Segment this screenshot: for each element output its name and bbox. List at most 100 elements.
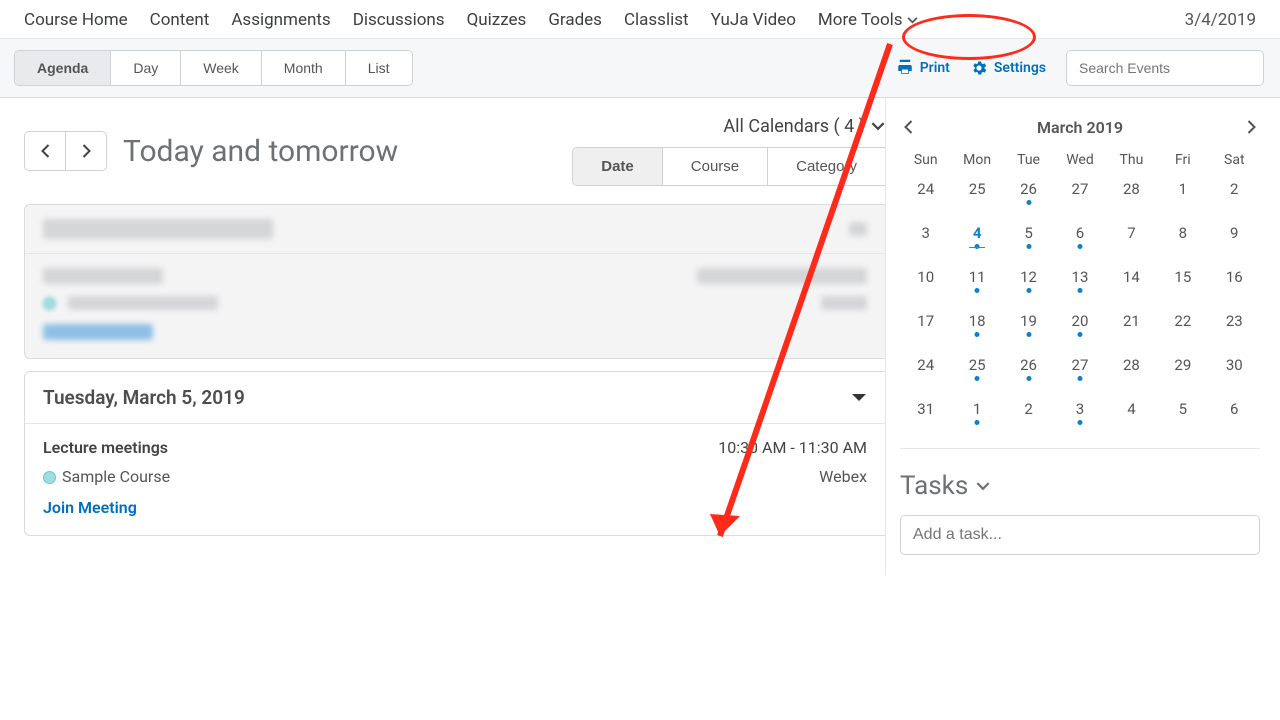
sort-category[interactable]: Category <box>768 148 885 185</box>
search-input[interactable] <box>1077 59 1262 77</box>
nav-classlist[interactable]: Classlist <box>624 10 689 30</box>
settings-button[interactable]: Settings <box>970 59 1046 77</box>
view-month[interactable]: Month <box>262 51 346 85</box>
mini-day[interactable]: 7 <box>1106 222 1157 244</box>
mini-day[interactable]: 13 <box>1054 266 1105 288</box>
nav-yuja[interactable]: YuJa Video <box>711 10 796 30</box>
nav-discussions[interactable]: Discussions <box>353 10 445 30</box>
event-location: Webex <box>819 467 867 486</box>
mini-dow-row: Sun Mon Tue Wed Thu Fri Sat <box>900 152 1260 168</box>
mini-day[interactable]: 3 <box>900 222 951 244</box>
course-color-dot <box>43 471 56 484</box>
search-events[interactable] <box>1066 50 1264 86</box>
mini-day[interactable]: 11 <box>951 266 1002 288</box>
page-title: Today and tomorrow <box>123 134 398 169</box>
mini-day[interactable]: 27 <box>1054 178 1105 200</box>
mini-month-label: March 2019 <box>1037 118 1123 137</box>
dow: Tue <box>1003 152 1054 168</box>
mini-day[interactable]: 2 <box>1003 398 1054 420</box>
mini-day[interactable]: 5 <box>1003 222 1054 244</box>
mini-calendar-grid: 2425262728123456789101112131415161718192… <box>900 178 1260 420</box>
view-day[interactable]: Day <box>111 51 181 85</box>
print-button[interactable]: Print <box>896 59 950 77</box>
mini-day[interactable]: 5 <box>1157 398 1208 420</box>
mini-day[interactable]: 30 <box>1209 354 1260 376</box>
mini-day[interactable]: 24 <box>900 178 951 200</box>
mini-day[interactable]: 24 <box>900 354 951 376</box>
mini-day[interactable]: 20 <box>1054 310 1105 332</box>
nav-date[interactable]: 3/4/2019 <box>1185 10 1256 30</box>
join-meeting-link[interactable]: Join Meeting <box>43 498 137 517</box>
mini-day[interactable]: 16 <box>1209 266 1260 288</box>
mini-day[interactable]: 31 <box>900 398 951 420</box>
mini-day[interactable]: 1 <box>951 398 1002 420</box>
dow: Wed <box>1054 152 1105 168</box>
mini-day[interactable]: 26 <box>1003 354 1054 376</box>
mini-next-month[interactable] <box>1243 116 1260 138</box>
calendar-toolbar: Agenda Day Week Month List Print Setting… <box>0 39 1280 98</box>
mini-day[interactable]: 12 <box>1003 266 1054 288</box>
event-title: Lecture meetings <box>43 438 168 457</box>
mini-day[interactable]: 9 <box>1209 222 1260 244</box>
nav-assignments[interactable]: Assignments <box>231 10 330 30</box>
mini-day[interactable]: 23 <box>1209 310 1260 332</box>
mini-day[interactable]: 18 <box>951 310 1002 332</box>
view-switcher: Agenda Day Week Month List <box>14 50 413 86</box>
mini-day[interactable]: 14 <box>1106 266 1157 288</box>
dow: Sat <box>1209 152 1260 168</box>
tasks-section: Tasks <box>900 448 1260 555</box>
mini-day[interactable]: 15 <box>1157 266 1208 288</box>
nav-grades[interactable]: Grades <box>548 10 602 30</box>
mini-day[interactable]: 28 <box>1106 178 1157 200</box>
nav-quizzes[interactable]: Quizzes <box>467 10 527 30</box>
print-label: Print <box>920 60 950 76</box>
mini-day[interactable]: 2 <box>1209 178 1260 200</box>
add-task-input[interactable] <box>900 515 1260 555</box>
calendar-filter[interactable]: All Calendars ( 4 ) <box>723 116 885 137</box>
mini-day[interactable]: 6 <box>1209 398 1260 420</box>
gear-icon <box>970 59 988 77</box>
mini-day[interactable]: 8 <box>1157 222 1208 244</box>
mini-day[interactable]: 29 <box>1157 354 1208 376</box>
chevron-right-icon <box>1247 120 1256 134</box>
sort-course[interactable]: Course <box>663 148 768 185</box>
event-course: Sample Course <box>62 467 170 486</box>
dow: Fri <box>1157 152 1208 168</box>
mini-day[interactable]: 22 <box>1157 310 1208 332</box>
tasks-heading[interactable]: Tasks <box>900 471 1260 501</box>
mini-day[interactable]: 4 <box>1106 398 1157 420</box>
settings-label: Settings <box>994 60 1046 76</box>
top-nav: Course Home Content Assignments Discussi… <box>0 0 1280 39</box>
mini-prev-month[interactable] <box>900 116 917 138</box>
nav-more-tools-label: More Tools <box>818 10 903 30</box>
mini-day[interactable]: 4 <box>951 222 1002 244</box>
nav-more-tools[interactable]: More Tools <box>818 10 918 30</box>
mini-day[interactable]: 26 <box>1003 178 1054 200</box>
mini-cal-header: March 2019 <box>900 116 1260 138</box>
page-body: Today and tomorrow All Calendars ( 4 ) D… <box>0 98 1280 575</box>
day-card: Tuesday, March 5, 2019 Lecture meetings … <box>24 371 885 536</box>
prev-day-button[interactable] <box>24 131 66 171</box>
event-time: 10:30 AM - 11:30 AM <box>718 438 867 457</box>
dow: Thu <box>1106 152 1157 168</box>
nav-content[interactable]: Content <box>150 10 210 30</box>
mini-day[interactable]: 6 <box>1054 222 1105 244</box>
mini-day[interactable]: 25 <box>951 178 1002 200</box>
mini-day[interactable]: 10 <box>900 266 951 288</box>
mini-day[interactable]: 3 <box>1054 398 1105 420</box>
view-week[interactable]: Week <box>181 51 262 85</box>
mini-day[interactable]: 27 <box>1054 354 1105 376</box>
mini-day[interactable]: 21 <box>1106 310 1157 332</box>
view-agenda[interactable]: Agenda <box>15 51 111 85</box>
mini-day[interactable]: 25 <box>951 354 1002 376</box>
mini-day[interactable]: 28 <box>1106 354 1157 376</box>
sort-date[interactable]: Date <box>573 148 663 185</box>
mini-day[interactable]: 19 <box>1003 310 1054 332</box>
mini-day[interactable]: 1 <box>1157 178 1208 200</box>
day-header[interactable]: Tuesday, March 5, 2019 <box>25 372 885 424</box>
view-list[interactable]: List <box>346 51 412 85</box>
next-day-button[interactable] <box>65 131 107 171</box>
agenda-header: Today and tomorrow All Calendars ( 4 ) D… <box>24 116 885 186</box>
mini-day[interactable]: 17 <box>900 310 951 332</box>
nav-course-home[interactable]: Course Home <box>24 10 128 30</box>
